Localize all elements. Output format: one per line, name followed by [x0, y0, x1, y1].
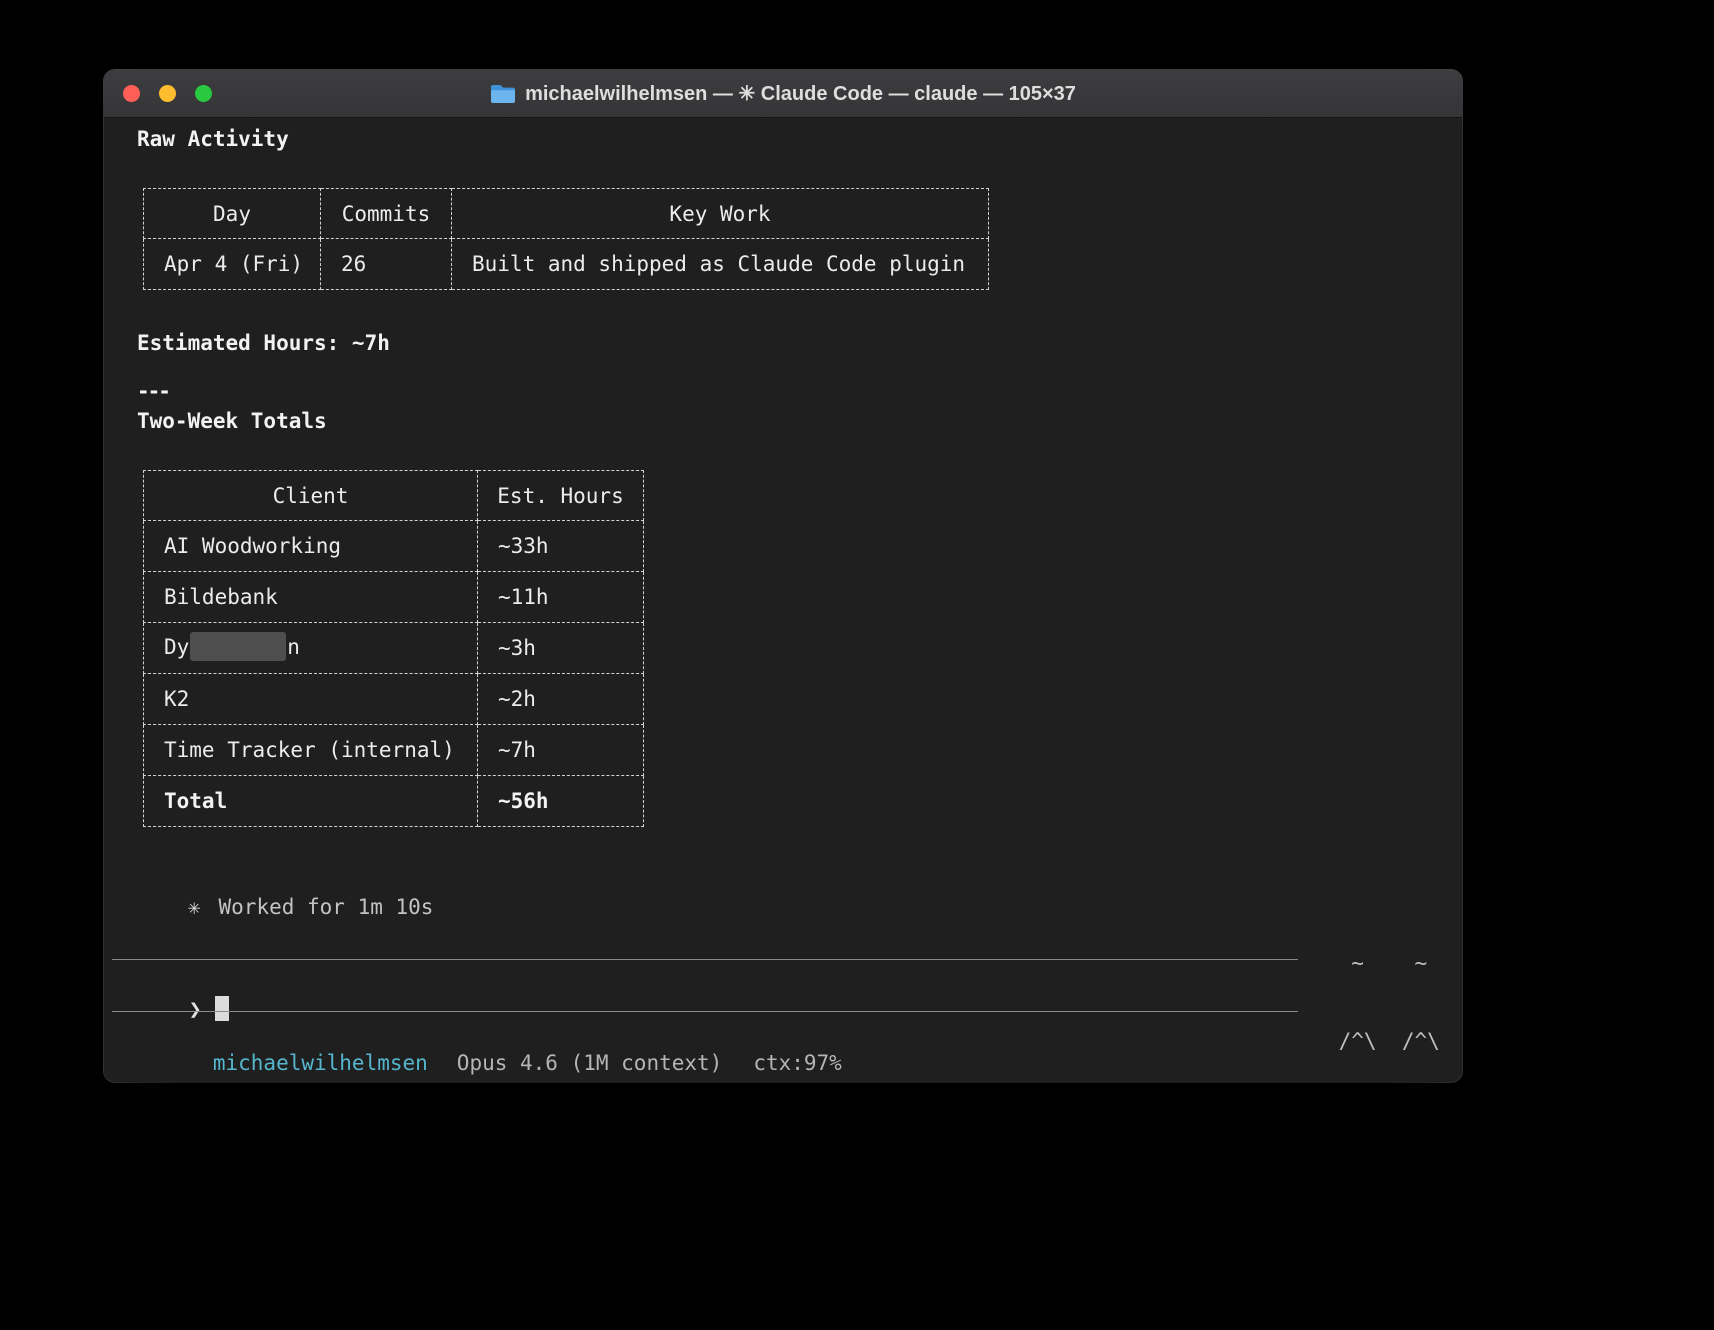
column-header-client: Client	[144, 471, 478, 521]
total-label-cell: Total	[144, 776, 478, 827]
column-header-est-hours: Est. Hours	[478, 471, 644, 521]
prompt-chevron: ❯	[189, 997, 202, 1021]
table-header-row: Day Commits Key Work	[144, 189, 989, 239]
total-hours-cell: ~56h	[478, 776, 644, 827]
estimated-hours-text: Estimated Hours: ~7h	[137, 330, 390, 356]
client-cell: Bildebank	[144, 572, 478, 623]
column-header-day: Day	[144, 189, 321, 239]
table-row: AI Woodworking ~33h	[144, 521, 644, 572]
username-text: michaelwilhelmsen	[213, 1051, 428, 1075]
status-bar: michaelwilhelmsen Opus 4.6 (1M context) ct…	[137, 1024, 842, 1082]
redacted-suffix: n	[287, 635, 300, 659]
model-text: Opus 4.6 (1M context)	[457, 1051, 723, 1075]
hours-cell: ~2h	[478, 674, 644, 725]
two-week-totals-table: Client Est. Hours AI Woodworking ~33h Bi…	[143, 470, 644, 827]
worked-status: ✳ Worked for 1m 10s	[112, 868, 433, 946]
window-title: michaelwilhelmsen — ✳ Claude Code — clau…	[525, 81, 1076, 106]
commits-cell: 26	[321, 239, 452, 290]
close-button[interactable]	[123, 85, 140, 102]
column-header-keywork: Key Work	[452, 189, 989, 239]
table-total-row: Total ~56h	[144, 776, 644, 827]
redaction-box	[190, 632, 286, 661]
separator-line-top	[112, 959, 1298, 960]
hours-cell: ~33h	[478, 521, 644, 572]
client-cell: Time Tracker (internal)	[144, 725, 478, 776]
raw-activity-heading: Raw Activity	[137, 126, 289, 152]
two-week-totals-heading: Two-Week Totals	[137, 408, 327, 434]
titlebar[interactable]: michaelwilhelmsen — ✳ Claude Code — clau…	[104, 70, 1462, 118]
table-row: Time Tracker (internal) ~7h	[144, 725, 644, 776]
terminal-window: michaelwilhelmsen — ✳ Claude Code — clau…	[104, 70, 1462, 1082]
keywork-cell: Built and shipped as Claude Code plugin	[452, 239, 989, 290]
cat-art-line: /^\ /^\	[1326, 1028, 1452, 1054]
redacted-prefix: Dy	[164, 635, 189, 659]
spark-icon: ✳	[188, 895, 201, 919]
client-cell: AI Woodworking	[144, 521, 478, 572]
worked-text: Worked for 1m 10s	[219, 895, 434, 919]
hours-cell: ~11h	[478, 572, 644, 623]
markdown-divider: ---	[137, 378, 169, 404]
cat-art-line: ~ ~	[1326, 950, 1452, 976]
table-row: Bildebank ~11h	[144, 572, 644, 623]
window-title-group: michaelwilhelmsen — ✳ Claude Code — clau…	[490, 81, 1076, 106]
day-cell: Apr 4 (Fri)	[144, 239, 321, 290]
terminal-content[interactable]: Raw Activity Day Commits Key Work Apr 4 …	[104, 118, 1462, 1081]
context-usage-text: ctx:97%	[753, 1051, 842, 1075]
minimize-button[interactable]	[159, 85, 176, 102]
traffic-lights	[123, 70, 212, 117]
table-row: K2 ~2h	[144, 674, 644, 725]
hours-cell: ~3h	[478, 623, 644, 674]
zoom-button[interactable]	[195, 85, 212, 102]
separator-line-bottom	[112, 1011, 1298, 1012]
ascii-cat: ~ ~ /^\ /^\ < ● ● > ( ~~ ) `-vvvv-' Snit	[1326, 898, 1452, 1082]
client-cell-redacted: Dy n	[144, 623, 478, 674]
raw-activity-table: Day Commits Key Work Apr 4 (Fri) 26 Buil…	[143, 188, 989, 290]
client-cell: K2	[144, 674, 478, 725]
table-header-row: Client Est. Hours	[144, 471, 644, 521]
cursor-block[interactable]	[215, 996, 229, 1021]
folder-icon	[490, 83, 516, 105]
hours-cell: ~7h	[478, 725, 644, 776]
table-row: Dy n ~3h	[144, 623, 644, 674]
table-row: Apr 4 (Fri) 26 Built and shipped as Clau…	[144, 239, 989, 290]
column-header-commits: Commits	[321, 189, 452, 239]
